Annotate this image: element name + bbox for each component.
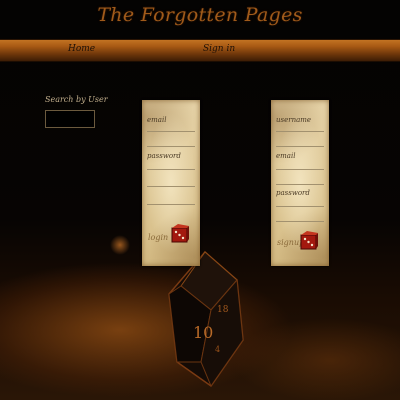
nav-signin-link[interactable]: Sign in <box>203 44 235 54</box>
signup-username-underline <box>276 131 324 132</box>
login-button-label[interactable]: login <box>148 233 168 242</box>
signup-email-underline <box>276 169 324 170</box>
dice-icon[interactable] <box>299 231 319 251</box>
d20-dice-image: 10 18 4 <box>168 250 244 388</box>
svg-text:4: 4 <box>215 345 220 354</box>
login-password-field[interactable] <box>147 158 195 168</box>
nav-home-link[interactable]: Home <box>68 44 95 54</box>
signup-form-divider <box>276 221 324 222</box>
search-input[interactable] <box>45 110 95 128</box>
signup-username-divider <box>276 146 324 147</box>
signup-password-field[interactable] <box>276 195 324 205</box>
dice-icon[interactable] <box>170 224 190 244</box>
svg-text:10: 10 <box>193 323 213 342</box>
login-form: email password login <box>142 100 200 266</box>
search-label: Search by User <box>45 95 108 104</box>
site-title: The Forgotten Pages <box>97 4 303 26</box>
signup-username-field[interactable] <box>276 120 324 130</box>
login-email-divider <box>147 146 195 147</box>
login-password-divider <box>147 186 195 187</box>
signup-email-field[interactable] <box>276 158 324 168</box>
background-glow <box>110 235 130 255</box>
signup-form: username email password signup <box>271 100 329 266</box>
login-email-underline <box>147 131 195 132</box>
svg-text:18: 18 <box>217 305 229 315</box>
login-password-underline <box>147 169 195 170</box>
login-email-field[interactable] <box>147 120 195 130</box>
login-form-divider <box>147 204 195 205</box>
signup-password-underline <box>276 206 324 207</box>
signup-email-divider <box>276 184 324 185</box>
navbar: Home Sign in <box>0 39 400 62</box>
